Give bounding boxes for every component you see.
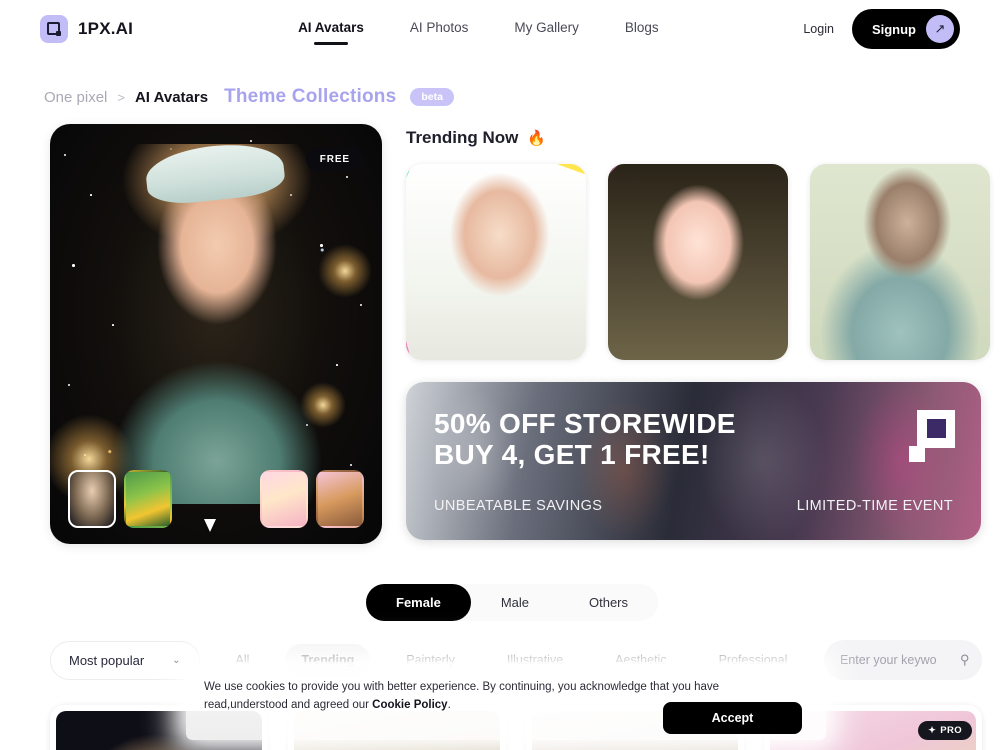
promo-content: 50% OFF STOREWIDE BUY 4, GET 1 FREE! UNB…	[406, 382, 981, 540]
signup-label: Signup	[871, 21, 916, 37]
trending-card-1[interactable]	[406, 164, 586, 360]
free-badge: FREE	[305, 148, 364, 171]
mouse-cursor-icon	[204, 519, 216, 532]
nav-item-ai-photos[interactable]: AI Photos	[410, 20, 469, 39]
hero-thumbnail-3[interactable]	[260, 470, 308, 528]
signup-button[interactable]: Signup ↗	[851, 9, 960, 49]
site-header: 1PX.AI AI Avatars AI Photos My Gallery B…	[0, 0, 1000, 58]
breadcrumb-section[interactable]: AI Avatars	[135, 89, 208, 106]
trending-card-3[interactable]	[810, 164, 990, 360]
trending-title: Trending Now	[406, 128, 519, 147]
sparkle-icon: ✦	[928, 725, 937, 735]
breadcrumb-separator-icon: >	[117, 89, 125, 105]
fire-icon: 🔥	[527, 130, 547, 147]
hero-thumbnail-2[interactable]	[124, 470, 172, 528]
promo-banner[interactable]: 50% OFF STOREWIDE BUY 4, GET 1 FREE! UNB…	[406, 382, 981, 540]
promo-footer: UNBEATABLE SAVINGS LIMITED-TIME EVENT	[434, 498, 953, 514]
cookie-text-part1: We use cookies to provide you with bette…	[204, 681, 720, 712]
page-root: 1PX.AI AI Avatars AI Photos My Gallery B…	[0, 0, 1000, 750]
hero-avatar-card[interactable]: FREE	[50, 124, 382, 544]
nav-item-my-gallery[interactable]: My Gallery	[514, 20, 579, 39]
cookie-policy-link[interactable]: Cookie Policy	[372, 699, 447, 711]
promo-right-subtitle: LIMITED-TIME EVENT	[796, 498, 953, 514]
trending-card-2[interactable]	[608, 164, 788, 360]
trending-card-row	[406, 164, 990, 360]
pro-badge: ✦ PRO	[918, 721, 972, 740]
breadcrumb-root[interactable]: One pixel	[44, 89, 107, 106]
tab-others[interactable]: Others	[559, 584, 658, 621]
login-link[interactable]: Login	[803, 22, 834, 36]
beta-badge: beta	[410, 88, 454, 106]
page-title: Theme Collections	[224, 86, 397, 107]
promo-left-subtitle: UNBEATABLE SAVINGS	[434, 498, 603, 514]
header-actions: Login Signup ↗	[803, 9, 960, 49]
arrow-up-right-icon: ↗	[926, 15, 954, 43]
accept-cookies-button[interactable]: Accept	[663, 702, 802, 734]
sort-value: Most popular	[69, 652, 145, 668]
sort-dropdown[interactable]: Most popular ⌄	[50, 640, 200, 680]
brand-name: 1PX.AI	[78, 19, 134, 38]
brand-logo[interactable]: 1PX.AI	[40, 15, 133, 43]
hero-thumbnail-1[interactable]	[68, 470, 116, 528]
promo-headline-2: BUY 4, GET 1 FREE!	[434, 439, 710, 471]
tab-male[interactable]: Male	[471, 584, 559, 621]
breadcrumb: One pixel > AI Avatars Theme Collections…	[0, 58, 1000, 108]
pixel-glyph-icon	[47, 22, 61, 36]
nav-item-blogs[interactable]: Blogs	[625, 20, 659, 39]
hero-thumbnail-4[interactable]	[316, 470, 364, 528]
right-column: Trending Now 🔥 50% OFF STOREWIDE BUY 4, …	[406, 124, 990, 544]
chevron-down-icon: ⌄	[172, 654, 181, 666]
gender-tab-group: Female Male Others	[366, 584, 659, 621]
tab-female[interactable]: Female	[366, 584, 471, 621]
main-nav: AI Avatars AI Photos My Gallery Blogs	[298, 20, 659, 39]
cookie-text-part2: .	[447, 699, 451, 712]
nav-item-ai-avatars[interactable]: AI Avatars	[298, 20, 364, 39]
search-input[interactable]	[840, 653, 952, 667]
search-box[interactable]: ⚲	[824, 640, 982, 680]
pro-badge-label: PRO	[940, 725, 962, 736]
search-icon[interactable]: ⚲	[960, 652, 970, 668]
promo-headline-1: 50% OFF STOREWIDE	[434, 408, 736, 439]
main-content: FREE Trending Now 🔥 50% OFF STOREWIDE BU…	[0, 108, 1000, 544]
hero-thumbnail-strip	[68, 470, 364, 528]
brand-mark-icon	[40, 15, 68, 43]
trending-header: Trending Now 🔥	[406, 128, 990, 148]
